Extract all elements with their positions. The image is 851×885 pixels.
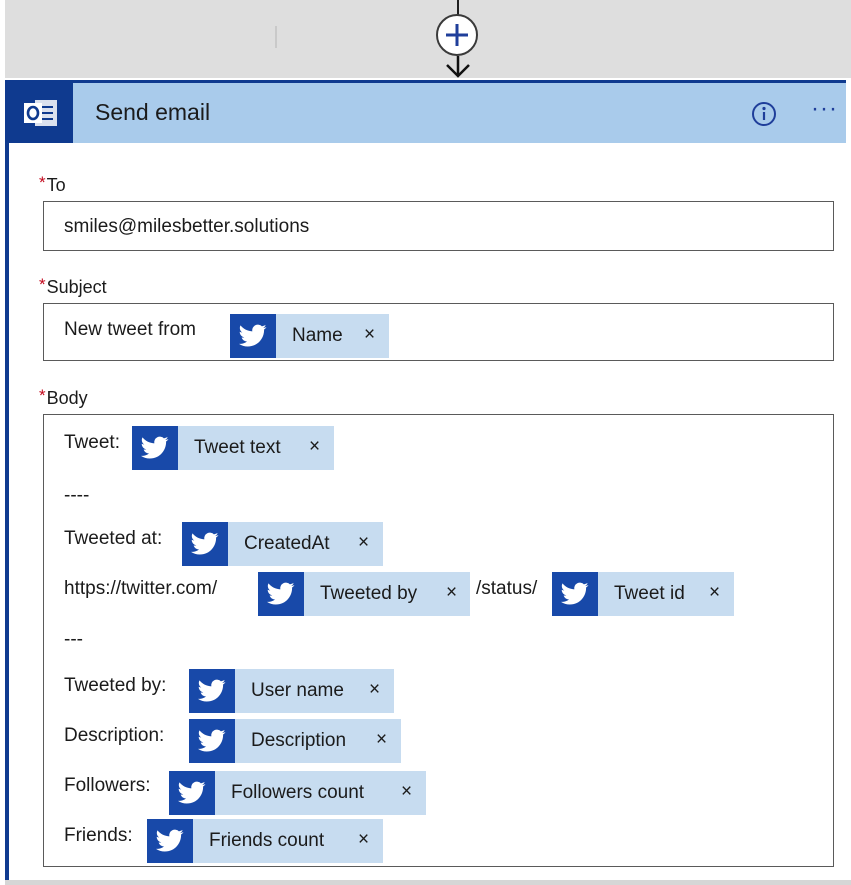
twitter-bird-icon xyxy=(230,314,276,358)
token-label: CreatedAt xyxy=(244,533,330,554)
separator-text: ---- xyxy=(64,485,90,506)
tweeted-at-label: Tweeted at: xyxy=(64,528,163,549)
required-mark: * xyxy=(39,173,46,192)
info-circle-icon[interactable] xyxy=(751,101,777,127)
token-followers-count[interactable]: Followers count × xyxy=(169,771,426,815)
twitter-bird-icon xyxy=(258,572,304,616)
token-friends-count[interactable]: Friends count × xyxy=(147,819,383,863)
to-value: smiles@milesbetter.solutions xyxy=(64,216,310,237)
add-step-button[interactable] xyxy=(436,14,478,56)
token-name[interactable]: Name × xyxy=(230,314,389,358)
followers-label: Followers: xyxy=(64,775,151,796)
canvas-strip xyxy=(5,0,851,78)
twitter-bird-icon xyxy=(169,771,215,815)
remove-token-button[interactable]: × xyxy=(358,532,369,554)
subject-field[interactable]: New tweet from Name × xyxy=(43,303,834,361)
twitter-bird-icon xyxy=(132,426,178,470)
tweeted-by-label: Tweeted by: xyxy=(64,675,167,696)
remove-token-button[interactable]: × xyxy=(358,829,369,851)
remove-token-button[interactable]: × xyxy=(364,324,375,346)
token-label: Followers count xyxy=(231,782,365,803)
token-label: Description xyxy=(251,730,347,751)
to-label-text: To xyxy=(46,175,66,195)
strip-divider xyxy=(275,26,277,48)
remove-token-button[interactable]: × xyxy=(376,729,387,751)
token-tweet-text[interactable]: Tweet text × xyxy=(132,426,334,470)
arrow-down-icon xyxy=(446,56,470,78)
subject-label-text: Subject xyxy=(46,277,107,297)
url-prefix: https://twitter.com/ xyxy=(64,578,218,599)
subject-label: *Subject xyxy=(39,275,107,298)
outlook-icon xyxy=(24,100,57,126)
plus-circle-icon xyxy=(446,24,468,46)
description-label: Description: xyxy=(64,725,165,746)
body-field[interactable]: Tweet: Tweet text × ---- Tweeted at: Cre… xyxy=(43,414,834,867)
to-field[interactable]: smiles@milesbetter.solutions xyxy=(43,201,834,251)
twitter-bird-icon xyxy=(182,522,228,566)
card-header[interactable]: Send email ··· xyxy=(9,83,846,143)
twitter-bird-icon xyxy=(189,719,235,763)
send-email-card: Send email ··· *To smiles@milesbetter.so… xyxy=(5,80,846,880)
token-label: Tweet text xyxy=(194,437,281,458)
to-label: *To xyxy=(39,173,66,196)
token-label: Tweet id xyxy=(614,583,685,604)
required-mark: * xyxy=(39,275,46,294)
token-label: Tweeted by xyxy=(320,583,418,604)
remove-token-button[interactable]: × xyxy=(401,781,412,803)
remove-token-button[interactable]: × xyxy=(709,582,720,604)
remove-token-button[interactable]: × xyxy=(446,582,457,604)
token-label: Name xyxy=(292,325,343,346)
twitter-bird-icon xyxy=(189,669,235,713)
twitter-bird-icon xyxy=(147,819,193,863)
token-label: User name xyxy=(251,680,344,701)
token-description[interactable]: Description × xyxy=(189,719,401,763)
token-tweeted-by[interactable]: Tweeted by × xyxy=(258,572,470,616)
token-user-name[interactable]: User name × xyxy=(189,669,394,713)
token-tweet-id[interactable]: Tweet id × xyxy=(552,572,734,616)
card-title: Send email xyxy=(95,99,211,125)
tweet-label: Tweet: xyxy=(64,432,120,453)
status-text: /status/ xyxy=(476,578,538,599)
subject-prefix: New tweet from xyxy=(64,319,196,340)
body-label: *Body xyxy=(39,386,88,409)
separator-text: --- xyxy=(64,629,83,650)
remove-token-button[interactable]: × xyxy=(309,436,320,458)
token-created-at[interactable]: CreatedAt × xyxy=(182,522,383,566)
twitter-bird-icon xyxy=(552,572,598,616)
more-options-button[interactable]: ··· xyxy=(811,97,838,121)
friends-label: Friends: xyxy=(64,825,133,846)
required-mark: * xyxy=(39,386,46,405)
token-label: Friends count xyxy=(209,830,325,851)
outlook-tile xyxy=(9,83,73,143)
card-bottom-edge xyxy=(5,880,851,885)
remove-token-button[interactable]: × xyxy=(369,679,380,701)
body-label-text: Body xyxy=(46,388,88,408)
